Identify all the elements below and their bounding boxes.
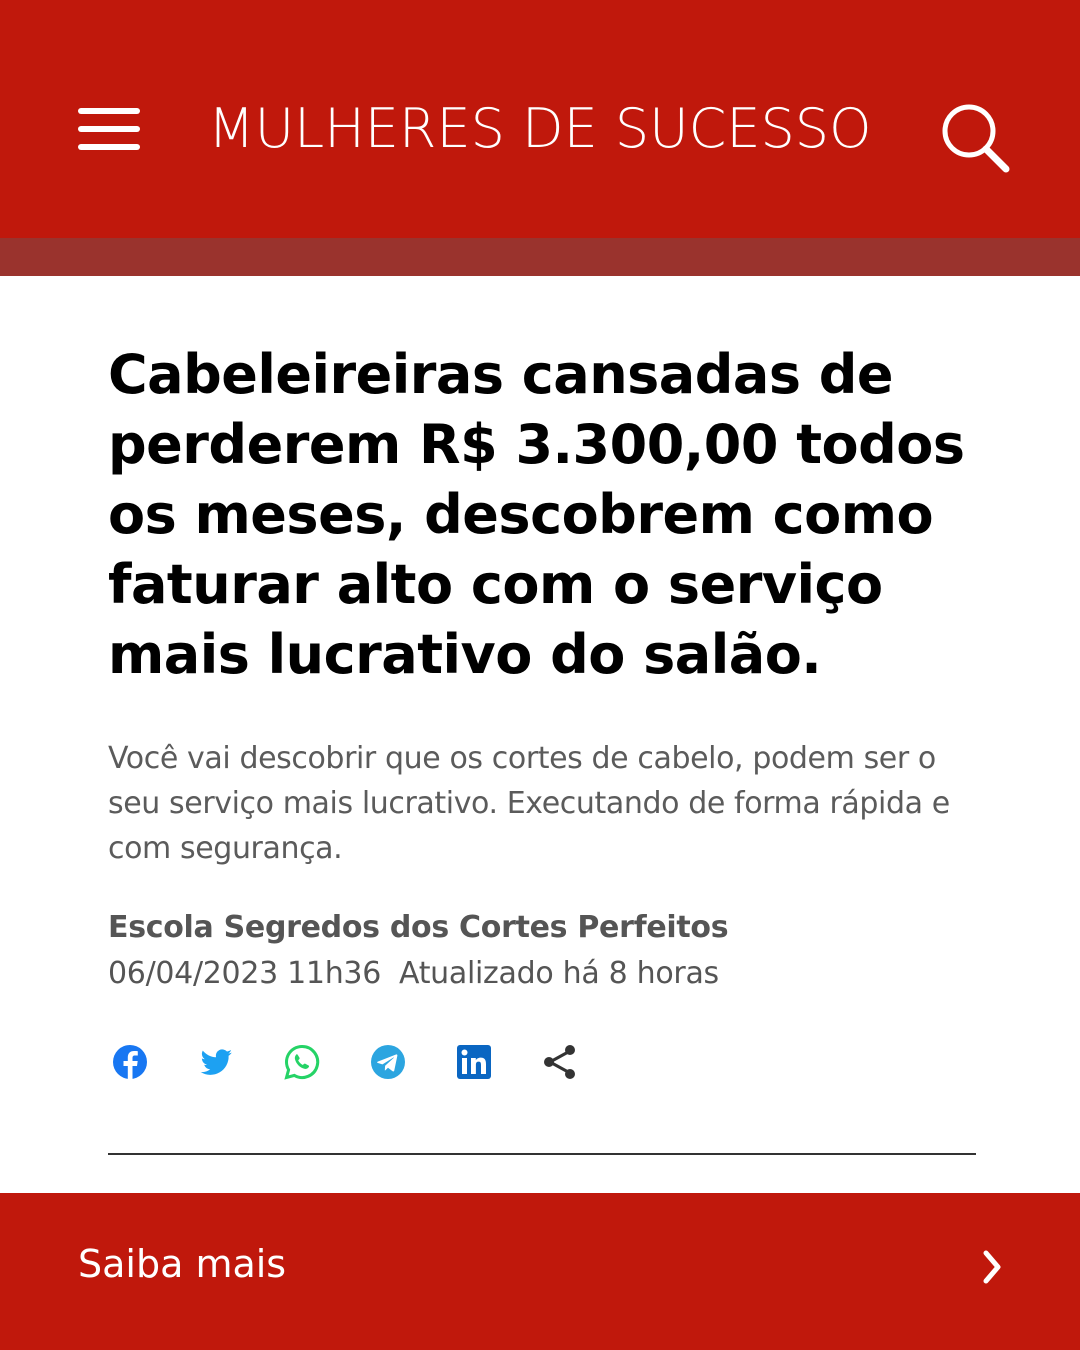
share-button[interactable] xyxy=(538,1040,582,1084)
header-stripe xyxy=(0,238,1080,276)
article-author: Escola Segredos dos Cortes Perfeitos xyxy=(108,910,729,945)
whatsapp-icon xyxy=(284,1044,320,1080)
search-icon xyxy=(942,104,1010,173)
twitter-icon xyxy=(200,1049,232,1075)
chevron-right-icon xyxy=(983,1250,1001,1284)
hamburger-menu-icon xyxy=(78,108,140,114)
facebook-icon xyxy=(113,1045,147,1079)
site-title[interactable]: MULHERES DE SUCESSO xyxy=(208,92,872,166)
facebook-share-button[interactable] xyxy=(108,1040,152,1084)
search-button[interactable] xyxy=(938,98,1014,178)
article-meta: 06/04/2023 11h36 Atualizado há 8 horas xyxy=(108,952,719,996)
site-header: MULHERES DE SUCESSO xyxy=(0,0,1080,238)
linkedin-icon xyxy=(457,1045,491,1079)
menu-button[interactable] xyxy=(70,100,150,164)
linkedin-share-button[interactable] xyxy=(452,1040,496,1084)
content-divider xyxy=(108,1153,976,1155)
article-date: 06/04/2023 11h36 xyxy=(108,956,382,991)
twitter-share-button[interactable] xyxy=(194,1040,238,1084)
telegram-share-button[interactable] xyxy=(366,1040,410,1084)
whatsapp-share-button[interactable] xyxy=(280,1040,324,1084)
saiba-mais-label: Saiba mais xyxy=(78,1242,287,1286)
saiba-mais-button[interactable]: Saiba mais xyxy=(0,1193,1080,1350)
article-updated: Atualizado há 8 horas xyxy=(399,956,719,991)
article-headline: Cabeleireiras cansadas de perderem R$ 3.… xyxy=(108,343,965,686)
article-content: Cabeleireiras cansadas de perderem R$ 3.… xyxy=(108,340,968,690)
telegram-icon xyxy=(371,1045,405,1079)
share-icon xyxy=(544,1045,575,1079)
article-lead: Você vai descobrir que os cortes de cabe… xyxy=(108,741,950,866)
